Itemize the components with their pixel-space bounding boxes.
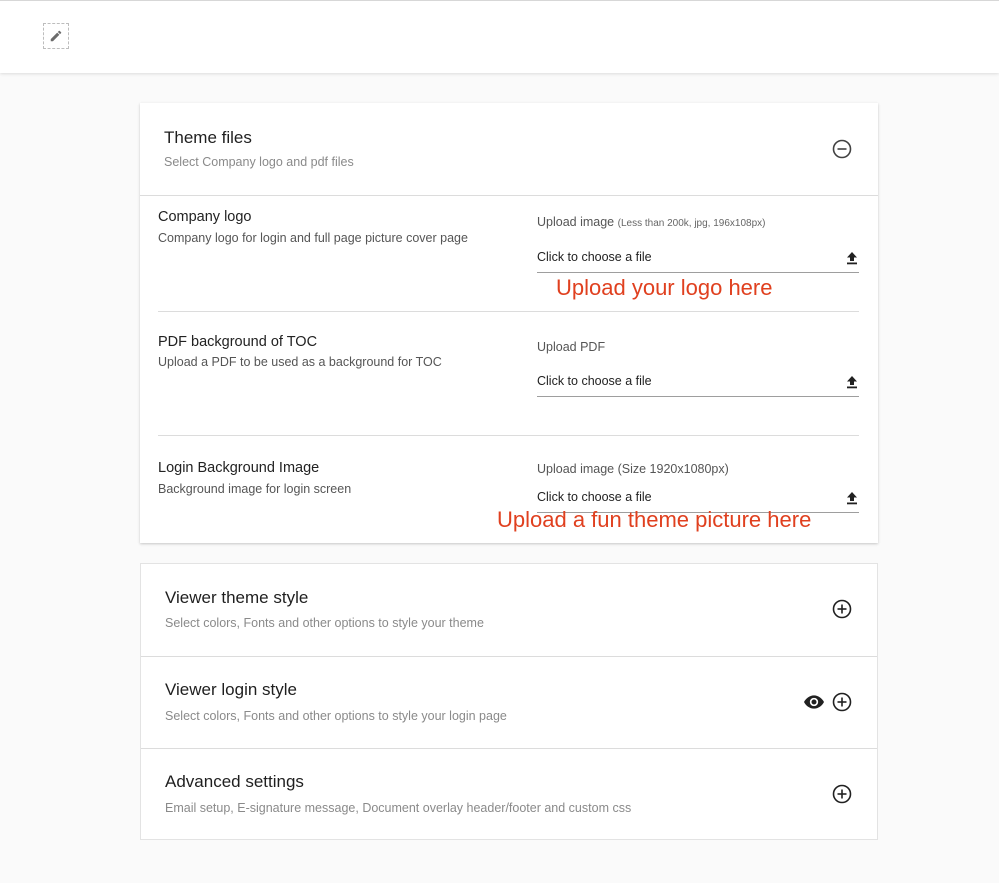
file-input-placeholder: Click to choose a file — [537, 250, 652, 264]
pdf-upload-label: Upload PDF — [537, 340, 605, 354]
panel-description: Email setup, E-signature message, Docume… — [165, 801, 632, 815]
edit-title-button[interactable] — [43, 23, 69, 49]
login-background-title: Login Background Image — [158, 460, 320, 476]
panel-description: Select colors, Fonts and other options t… — [165, 709, 507, 723]
panel-title: Viewer login style — [165, 680, 297, 699]
theme-picture-annotation: Upload a fun theme picture here — [497, 507, 812, 532]
logo-annotation: Upload your logo here — [556, 275, 773, 300]
divider — [140, 195, 878, 196]
style-panels-card: Viewer theme style Select colors, Fonts … — [140, 563, 878, 840]
panel-title: Viewer theme style — [165, 588, 309, 607]
panel-title: Advanced settings — [165, 772, 304, 791]
divider — [158, 435, 859, 436]
collapse-button[interactable] — [831, 138, 853, 160]
viewer-theme-style-panel[interactable]: Viewer theme style Select colors, Fonts … — [141, 564, 879, 656]
panel-title: Theme files — [164, 128, 252, 147]
company-logo-description: Company logo for login and full page pic… — [158, 231, 468, 245]
upload-label-text: Upload PDF — [537, 340, 606, 354]
pencil-icon — [50, 30, 62, 42]
upload-icon — [847, 376, 857, 389]
upload-label-text: Upload image — [537, 215, 615, 229]
company-logo-title: Company logo — [158, 209, 252, 225]
advanced-settings-panel[interactable]: Advanced settings Email setup, E-signatu… — [141, 749, 879, 840]
panel-description: Select Company logo and pdf files — [164, 155, 354, 169]
upload-icon — [847, 492, 857, 505]
divider — [158, 311, 859, 312]
top-bar: le — [0, 0, 999, 73]
pdf-file-input[interactable]: Click to choose a file — [537, 371, 859, 397]
theme-files-header[interactable]: Theme files Select Company logo and pdf … — [140, 103, 878, 195]
plus-circle-icon — [832, 692, 852, 712]
expand-button[interactable] — [831, 691, 853, 713]
pdf-background-title: PDF background of TOC — [158, 334, 318, 350]
company-logo-upload-label: Upload image (Less than 200k, jpg, 196x1… — [537, 215, 766, 229]
expand-button[interactable] — [831, 783, 853, 805]
file-input-placeholder: Click to choose a file — [537, 490, 652, 504]
minus-circle-icon — [832, 139, 852, 159]
company-logo-file-input[interactable]: Click to choose a file — [537, 247, 859, 273]
pdf-background-description: Upload a PDF to be used as a background … — [158, 355, 442, 369]
login-background-description: Background image for login screen — [158, 482, 352, 496]
plus-circle-icon — [832, 599, 852, 619]
upload-label-text: Upload image (Size 1920x1080px) — [537, 462, 729, 476]
file-input-placeholder: Click to choose a file — [537, 374, 652, 388]
upload-hint: (Less than 200k, jpg, 196x108px) — [617, 218, 766, 229]
theme-files-panel: Theme files Select Company logo and pdf … — [140, 103, 878, 543]
upload-icon — [847, 252, 857, 265]
preview-button[interactable] — [803, 691, 825, 713]
login-background-upload-label: Upload image (Size 1920x1080px) — [537, 462, 729, 476]
eye-icon — [804, 695, 824, 709]
expand-button[interactable] — [831, 598, 853, 620]
viewer-login-style-panel[interactable]: Viewer login style Select colors, Fonts … — [141, 657, 879, 749]
panel-description: Select colors, Fonts and other options t… — [165, 616, 484, 630]
plus-circle-icon — [832, 784, 852, 804]
